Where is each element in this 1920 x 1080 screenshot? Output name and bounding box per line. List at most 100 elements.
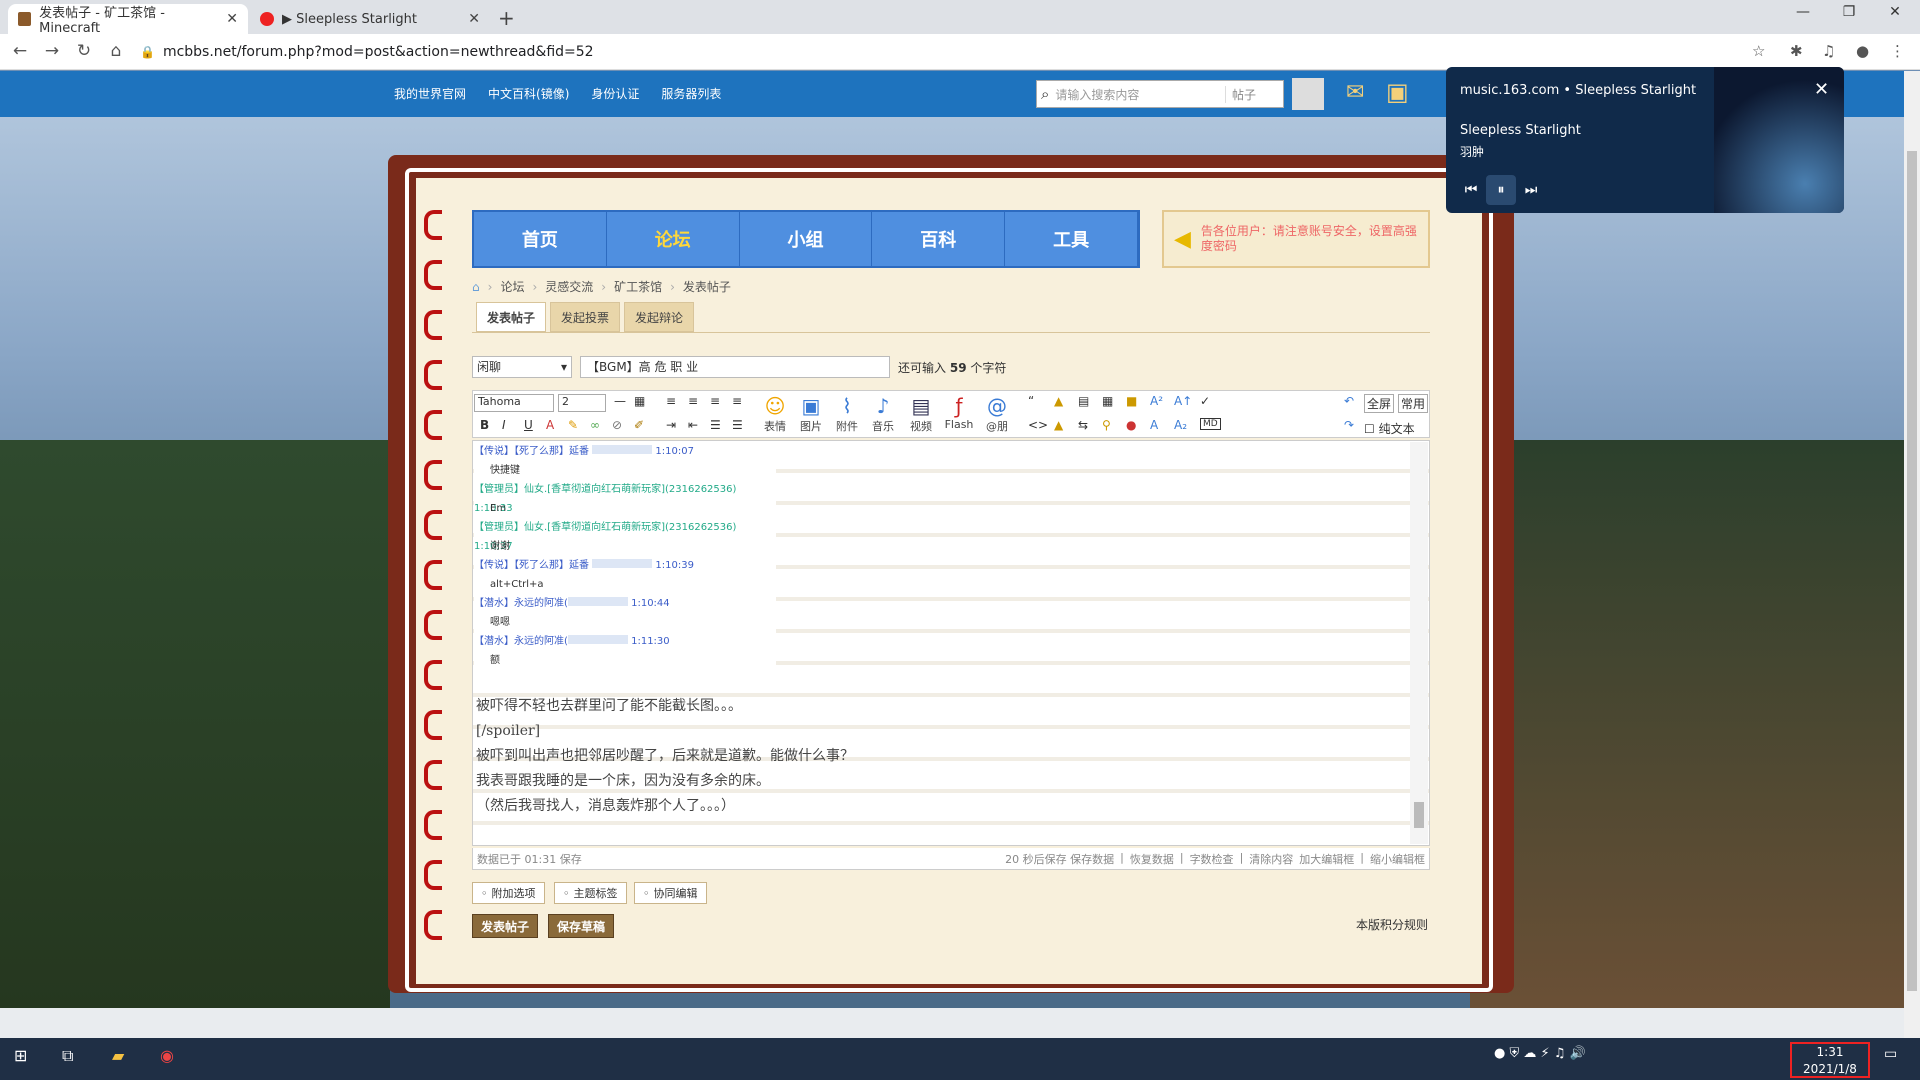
code-icon[interactable]: <> bbox=[1028, 418, 1048, 432]
maximize-button[interactable]: ❐ bbox=[1826, 4, 1872, 20]
nav-groups[interactable]: 小组 bbox=[740, 212, 873, 266]
underline-icon[interactable]: U bbox=[524, 418, 533, 432]
extensions-icon[interactable]: ✱ bbox=[1790, 42, 1803, 60]
tab-new-thread[interactable]: 发表帖子 bbox=[476, 302, 547, 332]
forward-button[interactable]: → bbox=[40, 41, 64, 61]
site-link[interactable]: 身份认证 bbox=[591, 85, 639, 102]
highlight-icon[interactable]: ✎ bbox=[568, 418, 578, 432]
clear-format-icon[interactable]: ✐ bbox=[634, 418, 644, 432]
page-scroll-thumb[interactable] bbox=[1907, 151, 1917, 991]
tab-new-debate[interactable]: 发起辩论 bbox=[624, 302, 695, 332]
ordered-list-icon[interactable]: ☰ bbox=[710, 418, 721, 432]
bold-icon[interactable]: B bbox=[480, 418, 489, 432]
music-button[interactable]: ♪ 音乐 bbox=[866, 394, 900, 434]
site-link[interactable]: 服务器列表 bbox=[661, 85, 721, 102]
browser-tab-music[interactable]: ▶ Sleepless Starlight ✕ bbox=[250, 4, 490, 34]
align-left-icon[interactable]: ≡ bbox=[666, 394, 676, 408]
format-painter-icon[interactable]: ✓ bbox=[1200, 394, 1210, 408]
float-icon[interactable]: ⇆ bbox=[1078, 418, 1088, 432]
subject-input[interactable]: 【BGM】高 危 职 业 bbox=[580, 356, 890, 378]
quote-icon[interactable]: “ bbox=[1028, 394, 1034, 408]
windows-start-icon[interactable]: ⊞ bbox=[14, 1046, 27, 1065]
search-input[interactable]: 请输入搜索内容 bbox=[1055, 86, 1139, 103]
extra-options-button[interactable]: ◦ 附加选项 bbox=[472, 882, 545, 904]
submit-post-button[interactable]: 发表帖子 bbox=[472, 914, 539, 938]
close-icon[interactable]: ✕ bbox=[1814, 79, 1829, 100]
unlink-icon[interactable]: ⊘ bbox=[612, 418, 622, 432]
file-explorer-icon[interactable]: ▰ bbox=[112, 1046, 124, 1065]
close-window-button[interactable]: ✕ bbox=[1872, 4, 1918, 20]
clear-content-link[interactable]: 清除内容 bbox=[1249, 851, 1293, 867]
shrink-editor-link[interactable]: 缩小编辑框 bbox=[1370, 851, 1425, 867]
scroll-thumb[interactable] bbox=[1414, 802, 1424, 828]
emoji-button[interactable]: ☺ 表情 bbox=[758, 394, 792, 434]
nav-wiki[interactable]: 百科 bbox=[872, 212, 1006, 266]
background-color-icon[interactable]: ■ bbox=[1126, 394, 1137, 408]
block-icon[interactable]: ▣ bbox=[1386, 78, 1409, 106]
page-scrollbar[interactable] bbox=[1904, 71, 1920, 1038]
co-edit-button[interactable]: ◦ 协同编辑 bbox=[634, 882, 707, 904]
gift-icon[interactable]: ✉ bbox=[1346, 80, 1364, 105]
redo-icon[interactable]: ↷ bbox=[1344, 418, 1354, 432]
font-size-select[interactable]: 2 bbox=[558, 394, 606, 412]
minimize-button[interactable]: — bbox=[1780, 4, 1826, 20]
superscript-icon[interactable]: A² bbox=[1150, 394, 1163, 408]
close-tab-icon[interactable]: ✕ bbox=[226, 11, 238, 27]
unordered-list-icon[interactable]: ☰ bbox=[732, 418, 743, 432]
table-icon[interactable]: ▦ bbox=[634, 394, 645, 408]
subscript-icon[interactable]: A₂ bbox=[1174, 418, 1187, 432]
category-select[interactable]: 闲聊 ▾ bbox=[472, 356, 572, 378]
pause-icon[interactable]: ⏸ bbox=[1486, 175, 1516, 205]
italic-icon[interactable]: I bbox=[502, 418, 506, 432]
reload-button[interactable]: ↻ bbox=[72, 41, 96, 61]
back-button[interactable]: ← bbox=[8, 41, 32, 61]
hide-icon[interactable]: ▲ bbox=[1054, 418, 1063, 432]
nav-forum[interactable]: 论坛 bbox=[607, 212, 740, 266]
plain-text-toggle[interactable]: ☐ 纯文本 bbox=[1364, 420, 1415, 437]
site-link[interactable]: 中文百科(镜像) bbox=[488, 85, 569, 102]
attachment-button[interactable]: ⌇ 附件 bbox=[830, 394, 864, 434]
editor-scrollbar[interactable] bbox=[1410, 442, 1428, 844]
bookmark-star-icon[interactable]: ☆ bbox=[1752, 42, 1765, 60]
save-draft-button[interactable]: 保存草稿 bbox=[548, 914, 615, 938]
nav-home[interactable]: 首页 bbox=[474, 212, 607, 266]
user-avatar[interactable] bbox=[1292, 78, 1324, 110]
page-icon[interactable]: ▤ bbox=[1078, 394, 1089, 408]
browser-tab-post[interactable]: 发表帖子 - 矿工茶馆 - Minecraft ✕ bbox=[8, 4, 248, 36]
undo-icon[interactable]: ↶ bbox=[1344, 394, 1354, 408]
home-button[interactable]: ⌂ bbox=[104, 41, 128, 61]
mention-button[interactable]: @ @朋 bbox=[980, 394, 1014, 434]
notification-center-icon[interactable]: ▭ bbox=[1884, 1046, 1897, 1062]
profile-avatar-icon[interactable]: ● bbox=[1856, 42, 1869, 60]
search-content-icon[interactable]: ⚲ bbox=[1102, 418, 1111, 432]
video-button[interactable]: ▤ 视频 bbox=[904, 394, 938, 434]
font-style-icon[interactable]: A bbox=[1150, 418, 1158, 432]
markdown-icon[interactable]: MD bbox=[1200, 418, 1221, 430]
lock-content-icon[interactable]: ▲ bbox=[1054, 394, 1063, 408]
indent-icon[interactable]: ⇥ bbox=[666, 418, 676, 432]
image-button[interactable]: ▣ 图片 bbox=[794, 394, 828, 434]
restore-data-link[interactable]: 恢复数据 bbox=[1130, 851, 1174, 867]
flash-button[interactable]: ƒ Flash bbox=[942, 394, 976, 431]
tray-icons[interactable]: ● ⛨ ☁ ⚡ ♫ 🔊 bbox=[1494, 1046, 1586, 1061]
word-count-link[interactable]: 字数检查 bbox=[1190, 851, 1234, 867]
common-button[interactable]: 常用 bbox=[1398, 394, 1429, 413]
tab-new-poll[interactable]: 发起投票 bbox=[550, 302, 621, 332]
system-clock[interactable]: 1:31 2021/1/8 bbox=[1790, 1042, 1870, 1078]
enlarge-editor-link[interactable]: 加大编辑框 bbox=[1299, 851, 1354, 867]
site-link[interactable]: 我的世界官网 bbox=[394, 85, 466, 102]
fullscreen-button[interactable]: 全屏 bbox=[1364, 394, 1395, 413]
horizontal-rule-icon[interactable]: — bbox=[614, 394, 626, 408]
font-family-select[interactable]: Tahoma bbox=[474, 394, 554, 412]
home-icon[interactable]: ⌂ bbox=[472, 280, 480, 294]
media-control-icon[interactable]: ♫ bbox=[1822, 42, 1835, 60]
site-search[interactable]: ⌕ 请输入搜索内容 帖子 bbox=[1036, 80, 1284, 108]
topic-tags-button[interactable]: ◦ 主题标签 bbox=[554, 882, 627, 904]
qq-icon[interactable]: ● bbox=[1126, 418, 1136, 432]
close-tab-icon[interactable]: ✕ bbox=[468, 11, 480, 27]
font-grow-icon[interactable]: A↑ bbox=[1174, 394, 1192, 408]
chrome-icon[interactable]: ◉ bbox=[160, 1046, 174, 1065]
align-right-icon[interactable]: ≡ bbox=[710, 394, 720, 408]
task-view-icon[interactable]: ⧉ bbox=[62, 1046, 73, 1066]
previous-track-icon[interactable]: ⏮ bbox=[1456, 175, 1486, 205]
